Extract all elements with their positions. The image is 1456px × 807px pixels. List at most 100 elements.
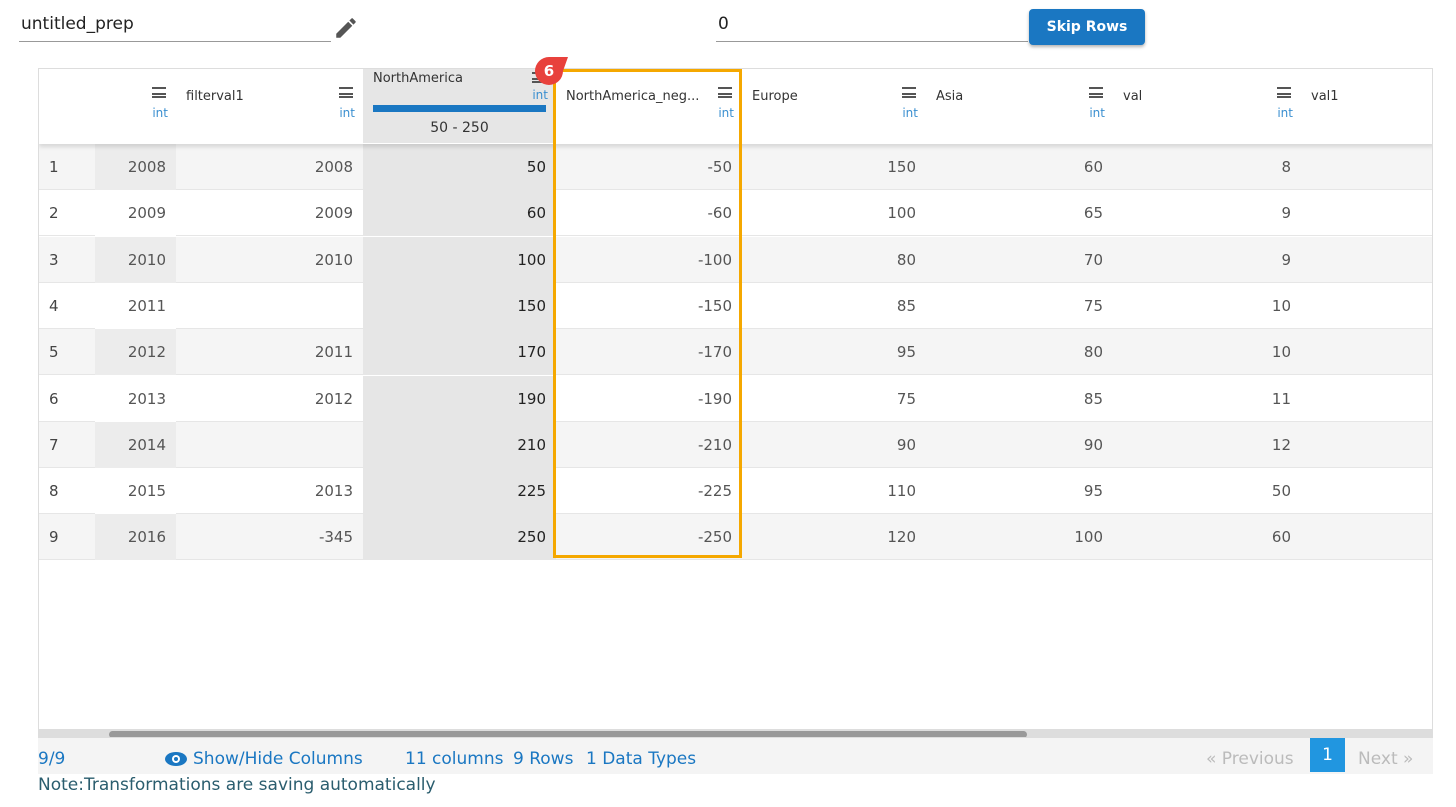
row-number: 5: [49, 343, 59, 362]
table-cell: 50: [1271, 482, 1291, 501]
column-name: val: [1123, 89, 1143, 104]
table-row[interactable]: 4 2011 150 -150 85 75 10: [39, 282, 1432, 329]
table-cell: 70: [1083, 250, 1103, 269]
column-menu-icon[interactable]: [902, 87, 916, 98]
column-header[interactable]: Europe int: [742, 69, 926, 143]
table-cell: 2011: [314, 343, 353, 362]
data-grid: 1 2008 2008 50 -50 150 60 8 2 2009 2009 60 -60 100 65 9…: [38, 68, 1433, 738]
row-number: 1: [49, 158, 59, 176]
row-number: 7: [49, 435, 59, 454]
column-header[interactable]: NorthAmerica int 50 - 250: [363, 69, 556, 143]
table-cell: -50: [707, 158, 733, 176]
data-types-count: 1 Data Types: [586, 749, 697, 769]
scrollbar-thumb[interactable]: [109, 731, 1027, 737]
table-cell: 60: [363, 190, 556, 237]
column-menu-icon[interactable]: [1277, 87, 1291, 98]
table-cell: 50: [363, 144, 556, 190]
table-cell: 80: [896, 250, 916, 269]
rows-count: 9 Rows: [513, 749, 574, 769]
prep-name-input[interactable]: untitled_prep: [19, 12, 331, 42]
table-row[interactable]: 2 2009 2009 60 -60 100 65 9: [39, 190, 1432, 237]
row-number: 8: [49, 482, 59, 501]
column-header[interactable]: filterval1 int: [176, 69, 363, 143]
pencil-icon[interactable]: [333, 15, 359, 41]
autosave-note: Note:Transformations are saving automati…: [38, 775, 436, 795]
table-cell: 225: [363, 468, 556, 515]
column-menu-icon[interactable]: [152, 87, 166, 98]
table-cell: 75: [1083, 296, 1103, 315]
table-row[interactable]: 6 2013 2012 190 -190 75 85 11: [39, 375, 1432, 422]
row-number: 6: [49, 389, 59, 408]
table-row[interactable]: 1 2008 2008 50 -50 150 60 8: [39, 144, 1432, 190]
table-cell: 170: [363, 329, 556, 376]
table-cell: [1301, 468, 1432, 514]
column-type: int: [152, 106, 168, 120]
skip-rows-input[interactable]: 0: [716, 12, 1028, 42]
table-cell: -250: [697, 528, 732, 547]
table-cell: 2009: [95, 190, 176, 237]
table-cell: 2014: [95, 421, 176, 468]
table-cell: 2013: [314, 482, 353, 501]
table-cell: 10: [1271, 296, 1291, 315]
row-number: 9: [49, 528, 59, 547]
table-cell: 150: [363, 282, 556, 329]
column-name: val1: [1311, 89, 1339, 104]
horizontal-scrollbar[interactable]: [39, 729, 1432, 737]
table-row[interactable]: 8 2015 2013 225 -225 110 95 50: [39, 468, 1432, 515]
show-hide-columns-link[interactable]: Show/Hide Columns: [193, 749, 363, 769]
table-cell: 110: [887, 482, 916, 501]
table-cell: -210: [697, 435, 732, 454]
column-menu-icon[interactable]: [718, 87, 732, 98]
table-cell: 190: [363, 375, 556, 422]
next-button[interactable]: Next »: [1358, 749, 1413, 769]
table-cell: 9: [1281, 204, 1291, 223]
table-row[interactable]: 7 2014 210 -210 90 90 12: [39, 421, 1432, 468]
row-number: 4: [49, 296, 59, 315]
row-number: 2: [49, 204, 59, 223]
page-1-button[interactable]: 1: [1310, 738, 1345, 772]
column-menu-icon[interactable]: [1089, 87, 1103, 98]
column-name: NorthAmerica_neg...: [566, 89, 700, 104]
table-cell: 2010: [314, 250, 353, 269]
table-cell: 150: [887, 158, 916, 176]
table-cell: -345: [318, 528, 353, 547]
table-cell: 80: [1083, 343, 1103, 362]
column-menu-icon[interactable]: [339, 87, 353, 98]
previous-button[interactable]: « Previous: [1206, 749, 1294, 769]
table-row[interactable]: 9 2016 -345 250 -250 120 100 60: [39, 514, 1432, 561]
column-header[interactable]: NorthAmerica_neg...int: [556, 69, 742, 143]
column-header[interactable]: val1: [1301, 69, 1432, 143]
column-name: filterval1: [186, 89, 244, 104]
table-cell: 85: [1083, 389, 1103, 408]
table-cell: 2015: [95, 468, 176, 515]
column-type: int: [1089, 106, 1105, 120]
table-cell: 100: [1074, 528, 1103, 547]
table-row[interactable]: 5 2012 2011 170 -170 95 80 10: [39, 329, 1432, 376]
table-cell: 100: [363, 236, 556, 283]
table-cell: 2016: [95, 514, 176, 561]
column-type: int: [902, 106, 918, 120]
table-cell: 90: [1083, 435, 1103, 454]
column-type: int: [339, 106, 355, 120]
table-cell: 120: [887, 528, 916, 547]
table-cell: 10: [1271, 343, 1291, 362]
table-cell: [1301, 190, 1432, 236]
table-cell: [1301, 376, 1432, 422]
table-cell: [176, 422, 363, 468]
table-cell: 65: [1083, 204, 1103, 223]
table-cell: 95: [1083, 482, 1103, 501]
skip-rows-button[interactable]: Skip Rows: [1029, 9, 1145, 45]
eye-icon[interactable]: [164, 751, 188, 767]
table-row[interactable]: 3 2010 2010 100 -100 80 70 9: [39, 236, 1432, 283]
table-cell: [1301, 329, 1432, 375]
column-type: int: [532, 88, 548, 102]
column-header[interactable]: Asia int: [926, 69, 1113, 143]
column-name: Asia: [936, 89, 964, 104]
table-cell: 100: [887, 204, 916, 223]
table-cell: 60: [1271, 528, 1291, 547]
column-header[interactable]: int: [95, 69, 176, 143]
column-type: int: [718, 106, 734, 120]
table-cell: -150: [697, 296, 732, 315]
table-cell: 9: [1281, 250, 1291, 269]
column-header[interactable]: val int: [1113, 69, 1301, 143]
